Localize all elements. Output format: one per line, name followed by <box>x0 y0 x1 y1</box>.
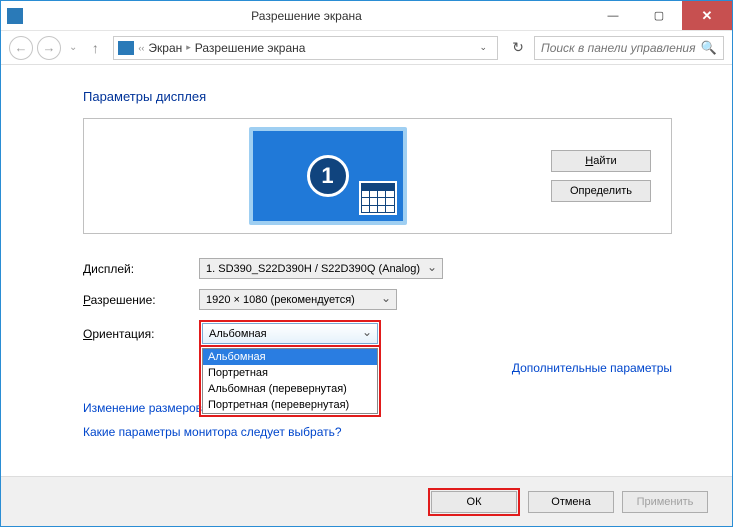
history-dropdown[interactable]: ⌄ <box>65 42 81 53</box>
resolution-label: Разрешение: <box>83 293 199 307</box>
titlebar: Разрешение экрана — ▢ ✕ <box>1 1 732 31</box>
which-monitor-link[interactable]: Какие параметры монитора следует выбрать… <box>83 425 672 439</box>
content-area: Параметры дисплея 1 Найти Определить <box>1 65 732 476</box>
orientation-option-landscape-flipped[interactable]: Альбомная (перевернутая) <box>203 381 377 397</box>
orientation-wrap: Альбомная Альбомная Портретная Альбомная… <box>199 320 672 347</box>
dialog-footer: ОК Отмена Применить <box>1 476 732 526</box>
orientation-option-landscape[interactable]: Альбомная <box>203 349 377 365</box>
highlight-orientation-dropdown: Альбомная Портретная Альбомная (переверн… <box>199 345 381 417</box>
page-heading: Параметры дисплея <box>83 89 672 104</box>
cancel-button[interactable]: Отмена <box>528 491 614 513</box>
highlight-orientation-select: Альбомная <box>199 320 381 347</box>
breadcrumb-sep: ▸ <box>186 42 191 53</box>
settings-form: Дисплей: 1. SD390_S22D390H / S22D390Q (A… <box>83 258 672 347</box>
search-input[interactable] <box>541 41 701 55</box>
window-title: Разрешение экрана <box>23 9 590 23</box>
detect-button[interactable]: Определить <box>551 180 651 202</box>
search-bar: 🔍 <box>534 36 724 60</box>
window-controls: — ▢ ✕ <box>590 1 732 30</box>
orientation-option-portrait[interactable]: Портретная <box>203 365 377 381</box>
app-icon <box>7 8 23 24</box>
monitor-preview: 1 <box>104 127 551 225</box>
search-icon[interactable]: 🔍 <box>701 40 717 56</box>
window-screen-resolution: Разрешение экрана — ▢ ✕ ← → ⌄ ↑ ‹‹ Экран… <box>0 0 733 527</box>
highlight-ok-button: ОК <box>428 488 520 516</box>
breadcrumb-sep: ‹‹ <box>138 43 144 53</box>
breadcrumb-item-2[interactable]: Разрешение экрана <box>195 41 306 55</box>
display-select[interactable]: 1. SD390_S22D390H / S22D390Q (Analog) <box>199 258 443 279</box>
forward-button[interactable]: → <box>37 36 61 60</box>
up-button[interactable]: ↑ <box>85 38 105 58</box>
preview-side-buttons: Найти Определить <box>551 150 651 202</box>
navbar: ← → ⌄ ↑ ‹‹ Экран ▸ Разрешение экрана ⌄ ↻… <box>1 31 732 65</box>
breadcrumb-item-1[interactable]: Экран <box>148 41 182 55</box>
close-button[interactable]: ✕ <box>682 1 732 30</box>
breadcrumb-dropdown-icon[interactable]: ⌄ <box>473 42 493 53</box>
find-button[interactable]: Найти <box>551 150 651 172</box>
ok-button[interactable]: ОК <box>431 491 517 513</box>
breadcrumb-bar[interactable]: ‹‹ Экран ▸ Разрешение экрана ⌄ <box>113 36 498 60</box>
minimize-button[interactable]: — <box>590 1 636 30</box>
orientation-select[interactable]: Альбомная <box>202 323 378 344</box>
monitor-thumbnail[interactable]: 1 <box>249 127 407 225</box>
apply-button: Применить <box>622 491 708 513</box>
orientation-option-portrait-flipped[interactable]: Портретная (перевернутая) <box>203 397 377 413</box>
monitor-preview-box: 1 Найти Определить <box>83 118 672 234</box>
orientation-label: Ориентация: <box>83 327 199 341</box>
monitor-number-badge: 1 <box>307 155 349 197</box>
resolution-select[interactable]: 1920 × 1080 (рекомендуется) <box>199 289 397 310</box>
back-button[interactable]: ← <box>9 36 33 60</box>
control-panel-icon <box>118 41 134 55</box>
maximize-button[interactable]: ▢ <box>636 1 682 30</box>
display-label: Дисплей: <box>83 262 199 276</box>
monitor-keypad-icon <box>359 181 397 215</box>
refresh-button[interactable]: ↻ <box>506 36 530 60</box>
orientation-dropdown: Альбомная Портретная Альбомная (переверн… <box>202 348 378 414</box>
